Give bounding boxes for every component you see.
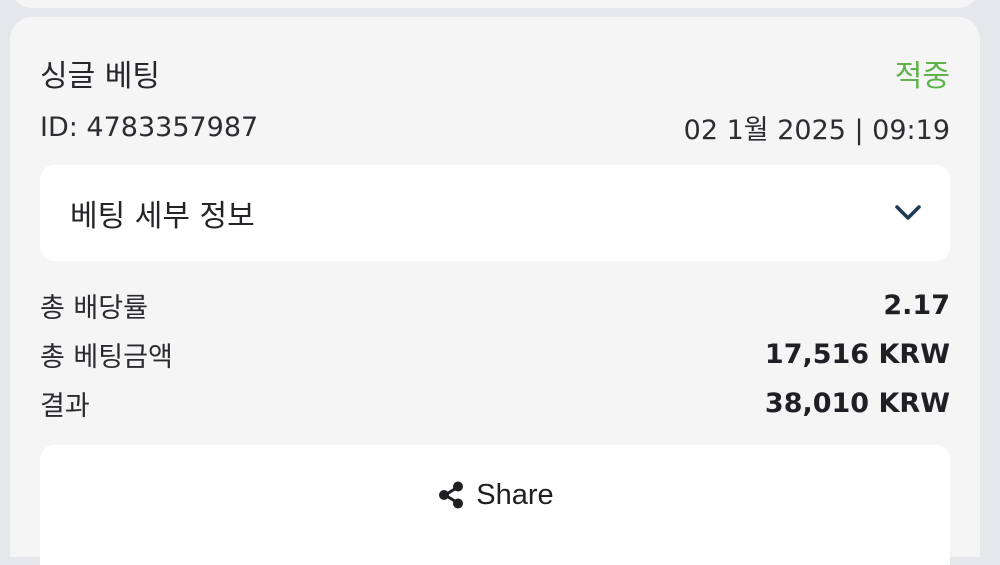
stat-label: 결과 xyxy=(40,390,90,422)
stat-value: 2.17 xyxy=(883,289,950,321)
previous-bet-card xyxy=(10,0,980,8)
stat-label: 총 베팅금액 xyxy=(40,341,173,373)
share-button[interactable]: Share xyxy=(40,445,950,565)
bet-meta: ID: 4783357987 02 1월 2025 | 09:19 xyxy=(40,109,950,146)
stat-row-result: 결과 38,010 KRW xyxy=(40,383,950,423)
share-button-content: Share xyxy=(40,475,950,515)
bet-details-toggle[interactable]: 베팅 세부 정보 xyxy=(40,165,950,261)
bet-details-label: 베팅 세부 정보 xyxy=(70,199,255,234)
stat-value: 38,010 KRW xyxy=(764,387,950,419)
bet-card: 싱글 베팅 적중 ID: 4783357987 02 1월 2025 | 09:… xyxy=(10,17,980,565)
bet-id: ID: 4783357987 xyxy=(40,111,259,143)
share-icon xyxy=(436,480,466,510)
bet-type-title: 싱글 베팅 xyxy=(40,59,160,94)
stat-value: 17,516 KRW xyxy=(764,338,950,370)
stat-label: 총 배당률 xyxy=(40,292,148,324)
chevron-down-icon[interactable] xyxy=(894,199,922,227)
share-label: Share xyxy=(476,478,554,511)
stat-row-total-stake: 총 베팅금액 17,516 KRW xyxy=(40,334,950,374)
stat-row-total-odds: 총 배당률 2.17 xyxy=(40,285,950,325)
bet-status-badge: 적중 xyxy=(894,59,950,94)
bet-header: 싱글 베팅 적중 xyxy=(40,53,950,94)
bet-datetime: 02 1월 2025 | 09:19 xyxy=(683,114,950,146)
